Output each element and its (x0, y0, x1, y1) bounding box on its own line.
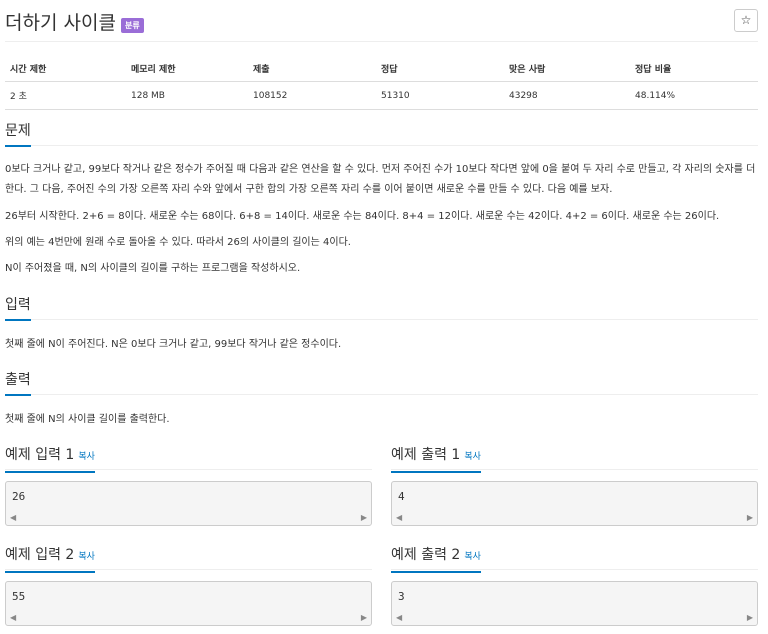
sample-output-2: 예제 출력 2 복사 3 ◀ ▶ (391, 544, 758, 626)
sample-output-2-title: 예제 출력 2 (391, 547, 461, 563)
output-section-title: 출력 (5, 370, 31, 396)
sample-output-1: 예제 출력 1 복사 4 ◀ ▶ (391, 444, 758, 526)
sample-input-2-box[interactable]: 55 ◀ ▶ (5, 581, 372, 626)
input-section-title: 입력 (5, 295, 31, 321)
submissions-value[interactable]: 108152 (248, 81, 376, 110)
sample-input-1-value: 26 (12, 490, 26, 503)
problem-paragraph-2: 26부터 시작한다. 2+6 = 8이다. 새로운 수는 68이다. 6+8 =… (5, 211, 720, 222)
time-limit-header: 시간 제한 (5, 58, 126, 82)
memory-limit-value: 128 MB (126, 81, 248, 110)
scroll-left-icon[interactable]: ◀ (10, 513, 16, 522)
sample-output-2-header: 예제 출력 2 복사 (391, 544, 758, 573)
sample-output-2-box[interactable]: 3 ◀ ▶ (391, 581, 758, 626)
info-value-row: 2 초 128 MB 108152 51310 43298 48.114% (5, 81, 758, 110)
copy-button[interactable]: 복사 (464, 452, 481, 462)
sample-input-2-title: 예제 입력 2 (5, 547, 75, 563)
scroll-right-icon[interactable]: ▶ (361, 613, 367, 622)
output-description: 첫째 줄에 N의 사이클 길이를 출력한다. (5, 414, 170, 425)
scroll-right-icon[interactable]: ▶ (747, 613, 753, 622)
sample-output-2-value: 3 (398, 590, 405, 603)
accepted-value[interactable]: 51310 (376, 81, 504, 110)
sample-input-1: 예제 입력 1 복사 26 ◀ ▶ (5, 444, 372, 526)
sample-input-1-header: 예제 입력 1 복사 (5, 444, 372, 473)
page-title: 더하기 사이클 (5, 12, 116, 34)
scroll-right-icon[interactable]: ▶ (747, 513, 753, 522)
scroll-left-icon[interactable]: ◀ (396, 613, 402, 622)
input-description: 첫째 줄에 N이 주어진다. N은 0보다 크거나 같고, 99보다 작거나 같… (5, 339, 342, 350)
sample-input-2-value: 55 (12, 590, 26, 603)
sample-input-1-box[interactable]: 26 ◀ ▶ (5, 481, 372, 526)
problem-info-table: 시간 제한 메모리 제한 제출 정답 맞은 사람 정답 비율 2 초 128 M… (5, 58, 758, 110)
time-limit-value: 2 초 (5, 81, 126, 110)
input-section-header: 입력 (5, 294, 758, 321)
solvers-header: 맞은 사람 (504, 58, 630, 82)
output-section-header: 출력 (5, 369, 758, 396)
memory-limit-header: 메모리 제한 (126, 58, 248, 82)
scroll-left-icon[interactable]: ◀ (10, 613, 16, 622)
sample-input-2-header: 예제 입력 2 복사 (5, 544, 372, 573)
problem-header: 더하기 사이클 분류 ☆ (5, 4, 758, 42)
sample-output-1-title: 예제 출력 1 (391, 447, 461, 463)
sample-output-1-header: 예제 출력 1 복사 (391, 444, 758, 473)
sample-input-2: 예제 입력 2 복사 55 ◀ ▶ (5, 544, 372, 626)
scroll-right-icon[interactable]: ▶ (361, 513, 367, 522)
solvers-value[interactable]: 43298 (504, 81, 630, 110)
category-badge[interactable]: 분류 (121, 18, 144, 33)
star-icon[interactable]: ☆ (734, 9, 758, 32)
sample-output-1-box[interactable]: 4 ◀ ▶ (391, 481, 758, 526)
sample-input-1-title: 예제 입력 1 (5, 447, 75, 463)
problem-section-header: 문제 (5, 120, 758, 147)
ratio-value: 48.114% (630, 81, 758, 110)
accepted-header: 정답 (376, 58, 504, 82)
scroll-left-icon[interactable]: ◀ (396, 513, 402, 522)
submissions-header: 제출 (248, 58, 376, 82)
copy-button[interactable]: 복사 (78, 552, 95, 562)
copy-button[interactable]: 복사 (464, 552, 481, 562)
sample-output-1-value: 4 (398, 490, 405, 503)
problem-paragraph-4: N이 주어졌을 때, N의 사이클의 길이를 구하는 프로그램을 작성하시오. (5, 263, 301, 274)
ratio-header: 정답 비율 (630, 58, 758, 82)
problem-paragraph-3: 위의 예는 4번만에 원래 수로 돌아올 수 있다. 따라서 26의 사이클의 … (5, 237, 351, 248)
problem-paragraph-1: 0보다 크거나 같고, 99보다 작거나 같은 정수가 주어질 때 다음과 같은… (5, 164, 756, 195)
problem-section-title: 문제 (5, 121, 31, 147)
info-header-row: 시간 제한 메모리 제한 제출 정답 맞은 사람 정답 비율 (5, 58, 758, 82)
copy-button[interactable]: 복사 (78, 452, 95, 462)
